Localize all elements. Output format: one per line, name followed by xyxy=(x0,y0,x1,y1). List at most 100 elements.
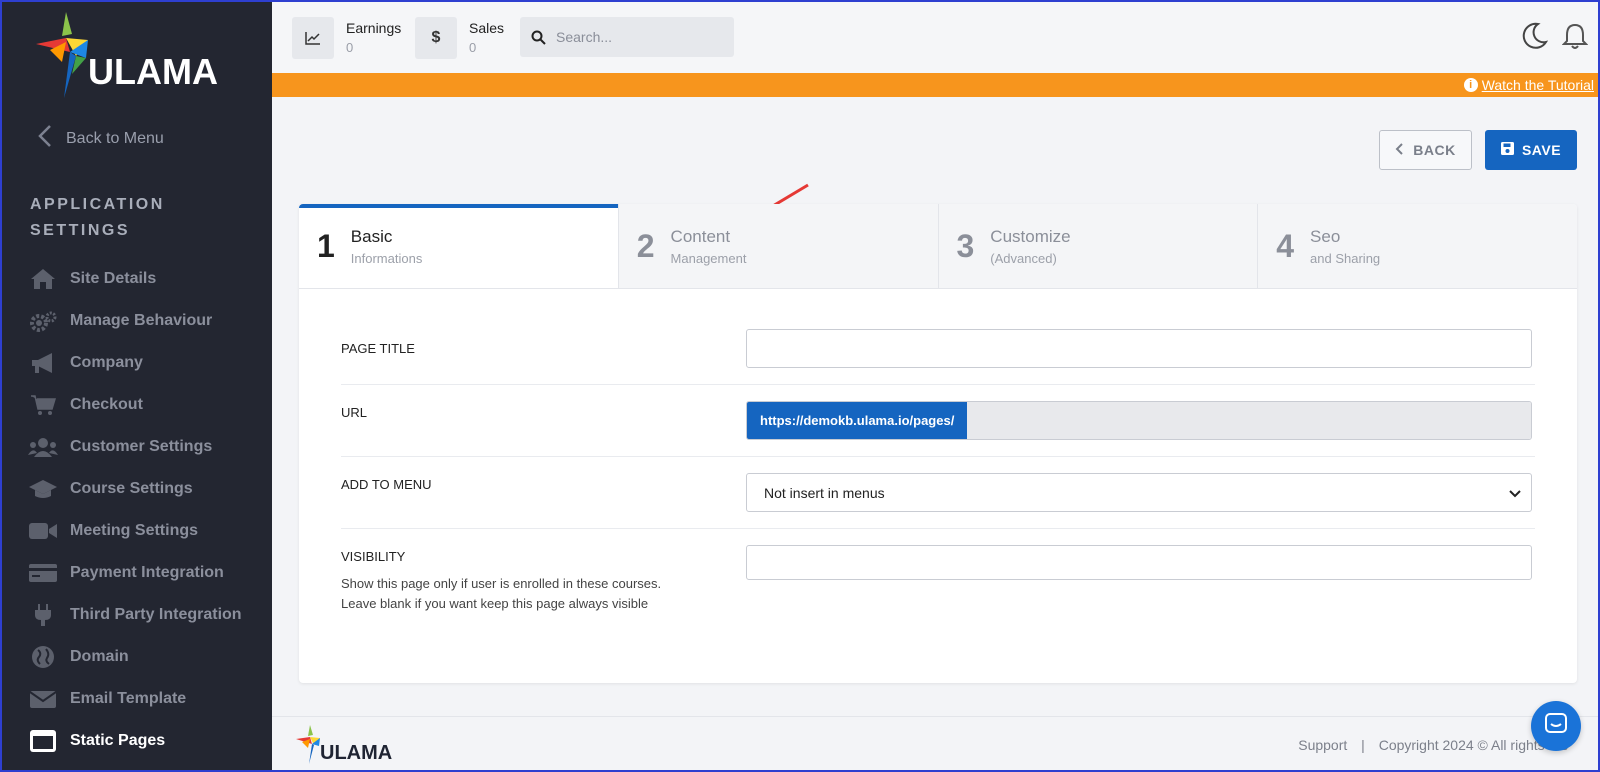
notification-bell-icon[interactable] xyxy=(1561,22,1589,55)
visibility-help-line1: Show this page only if user is enrolled … xyxy=(341,576,662,591)
page-title-label: PAGE TITLE xyxy=(341,341,415,356)
search-box[interactable] xyxy=(520,17,734,57)
footer-links: Support | Copyright 2024 © All rights re… xyxy=(1298,737,1568,753)
sidebar-item-payment-integration[interactable]: Payment Integration xyxy=(28,552,268,594)
globe-icon xyxy=(28,645,58,669)
section-title-line2: SETTINGS xyxy=(30,222,131,239)
sidebar-item-label: Course Settings xyxy=(70,480,193,497)
chevron-left-icon xyxy=(38,124,52,154)
earnings-value: 0 xyxy=(346,40,354,55)
settings-nav: Site Details Manage Behaviour Company Ch… xyxy=(28,258,268,762)
step-title: Basic xyxy=(350,226,393,246)
step-title: Content xyxy=(670,226,731,246)
step-title: Seo xyxy=(1310,226,1341,246)
sidebar-item-label: Static Pages xyxy=(70,732,166,749)
sidebar-item-company[interactable]: Company xyxy=(28,342,268,384)
ulama-logo[interactable]: ULAMA xyxy=(36,12,246,102)
floppy-disk-icon xyxy=(1500,142,1514,158)
dark-mode-moon-icon[interactable] xyxy=(1522,22,1549,55)
visibility-row: VISIBILITY Show this page only if user i… xyxy=(341,529,1535,630)
svg-text:ULAMA: ULAMA xyxy=(320,742,392,764)
tutorial-banner: i Watch the Tutorial xyxy=(272,73,1598,97)
top-right-icons xyxy=(1522,22,1589,55)
chat-widget-button[interactable] xyxy=(1531,701,1581,751)
cart-icon xyxy=(28,393,58,417)
search-input[interactable] xyxy=(556,29,716,45)
sidebar-item-label: Email Template xyxy=(70,690,187,707)
credit-card-icon xyxy=(28,561,58,585)
step-number: 3 xyxy=(956,227,975,264)
save-button-label: SAVE xyxy=(1521,142,1562,158)
dollar-icon[interactable]: $ xyxy=(415,17,457,59)
url-row: URL https://demokb.ulama.io/pages/ xyxy=(341,385,1535,457)
sidebar-item-label: Meeting Settings xyxy=(70,522,199,539)
page-title-row: PAGE TITLE xyxy=(341,289,1535,385)
sidebar-item-domain[interactable]: Domain xyxy=(28,636,268,678)
url-prefix: https://demokb.ulama.io/pages/ xyxy=(747,402,968,439)
back-button-label: BACK xyxy=(1413,142,1456,158)
step-basic[interactable]: 1 Basic Informations xyxy=(299,204,619,288)
sidebar: ULAMA Back to Menu APPLICATION SETTINGS … xyxy=(2,2,272,770)
section-title-line1: APPLICATION xyxy=(30,196,165,213)
sidebar-item-customer-settings[interactable]: Customer Settings xyxy=(28,426,268,468)
sidebar-item-label: Checkout xyxy=(70,396,143,413)
section-title: APPLICATION SETTINGS xyxy=(30,192,165,244)
back-button[interactable]: BACK xyxy=(1379,130,1472,170)
graduation-cap-icon xyxy=(28,477,58,501)
support-link[interactable]: Support xyxy=(1298,737,1347,753)
basic-info-form: PAGE TITLE URL https://demokb.ulama.io/p… xyxy=(299,289,1577,630)
sidebar-item-label: Third Party Integration xyxy=(70,606,242,623)
wizard-steps: 1 Basic Informations 2 Content Managemen… xyxy=(299,204,1577,289)
back-to-menu-link[interactable]: Back to Menu xyxy=(38,124,164,154)
footer-ulama-logo[interactable]: ULAMA xyxy=(296,725,396,765)
sidebar-item-third-party-integration[interactable]: Third Party Integration xyxy=(28,594,268,636)
url-slug-input[interactable] xyxy=(967,402,1531,439)
watch-tutorial-link[interactable]: Watch the Tutorial xyxy=(1482,77,1594,93)
window-icon xyxy=(28,729,58,753)
sidebar-item-site-details[interactable]: Site Details xyxy=(28,258,268,300)
sidebar-item-meeting-settings[interactable]: Meeting Settings xyxy=(28,510,268,552)
visibility-label: VISIBILITY xyxy=(341,549,406,564)
sidebar-item-checkout[interactable]: Checkout xyxy=(28,384,268,426)
sidebar-item-course-settings[interactable]: Course Settings xyxy=(28,468,268,510)
sidebar-item-email-template[interactable]: Email Template xyxy=(28,678,268,720)
url-input-group: https://demokb.ulama.io/pages/ xyxy=(746,401,1532,440)
visibility-courses-input[interactable] xyxy=(746,545,1532,580)
sidebar-item-static-pages[interactable]: Static Pages xyxy=(28,720,268,762)
currency-symbol: $ xyxy=(431,29,441,46)
step-number: 2 xyxy=(636,227,655,264)
step-subtitle: Management xyxy=(670,250,747,266)
search-icon xyxy=(520,30,556,45)
chevron-down-icon xyxy=(1509,485,1521,501)
sidebar-item-label: Manage Behaviour xyxy=(70,312,213,329)
step-subtitle: Informations xyxy=(350,250,423,266)
step-customize[interactable]: 3 Customize (Advanced) xyxy=(939,204,1259,288)
sales-label: Sales xyxy=(469,20,505,36)
svg-text:ULAMA: ULAMA xyxy=(88,51,218,92)
page-title-input[interactable] xyxy=(746,329,1532,368)
video-camera-icon xyxy=(28,519,58,543)
home-icon xyxy=(28,267,58,291)
sidebar-item-label: Payment Integration xyxy=(70,564,224,581)
earnings-label: Earnings xyxy=(346,20,402,36)
step-seo[interactable]: 4 Seo and Sharing xyxy=(1258,204,1577,288)
sales-value: 0 xyxy=(469,40,477,55)
footer-separator: | xyxy=(1361,737,1365,753)
save-button[interactable]: SAVE xyxy=(1485,130,1577,170)
sidebar-item-label: Domain xyxy=(70,648,129,665)
add-to-menu-select[interactable]: Not insert in menus xyxy=(746,473,1532,512)
users-icon xyxy=(28,435,58,459)
sidebar-item-label: Site Details xyxy=(70,270,157,287)
step-subtitle: and Sharing xyxy=(1310,250,1381,266)
sidebar-item-manage-behaviour[interactable]: Manage Behaviour xyxy=(28,300,268,342)
chevron-left-icon xyxy=(1395,142,1403,158)
sidebar-item-label: Company xyxy=(70,354,143,371)
step-subtitle: (Advanced) xyxy=(990,250,1057,266)
chat-icon xyxy=(1544,712,1568,741)
plug-icon xyxy=(28,603,58,627)
topbar: Earnings 0 $ Sales 0 xyxy=(272,2,1598,73)
visibility-help-line2: Leave blank if you want keep this page a… xyxy=(341,596,649,611)
gears-icon xyxy=(28,309,58,333)
step-content[interactable]: 2 Content Management xyxy=(619,204,939,288)
earnings-chart-icon[interactable] xyxy=(292,17,334,59)
